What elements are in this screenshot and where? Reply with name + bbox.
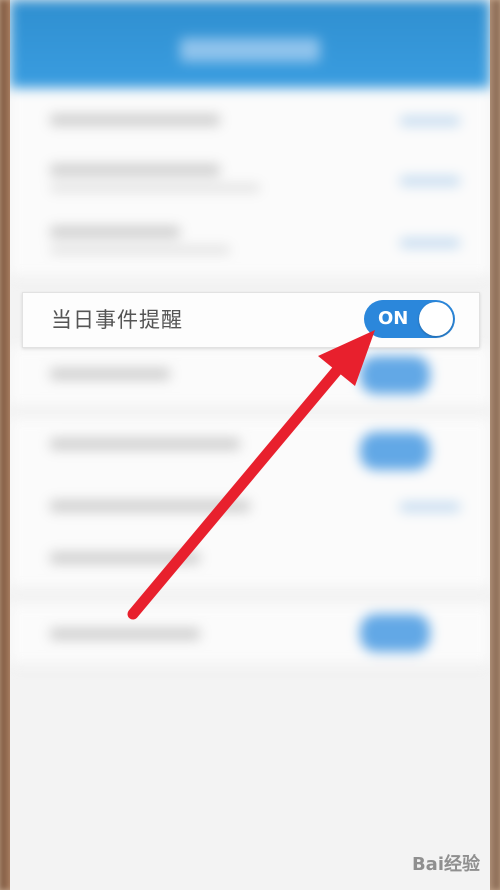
watermark-text: Bai经验 [411, 854, 480, 875]
baidu-jingyan-watermark: Bai经验 [412, 850, 480, 876]
red-arrow-annotation [127, 330, 375, 620]
arrow-shaft [127, 356, 350, 620]
